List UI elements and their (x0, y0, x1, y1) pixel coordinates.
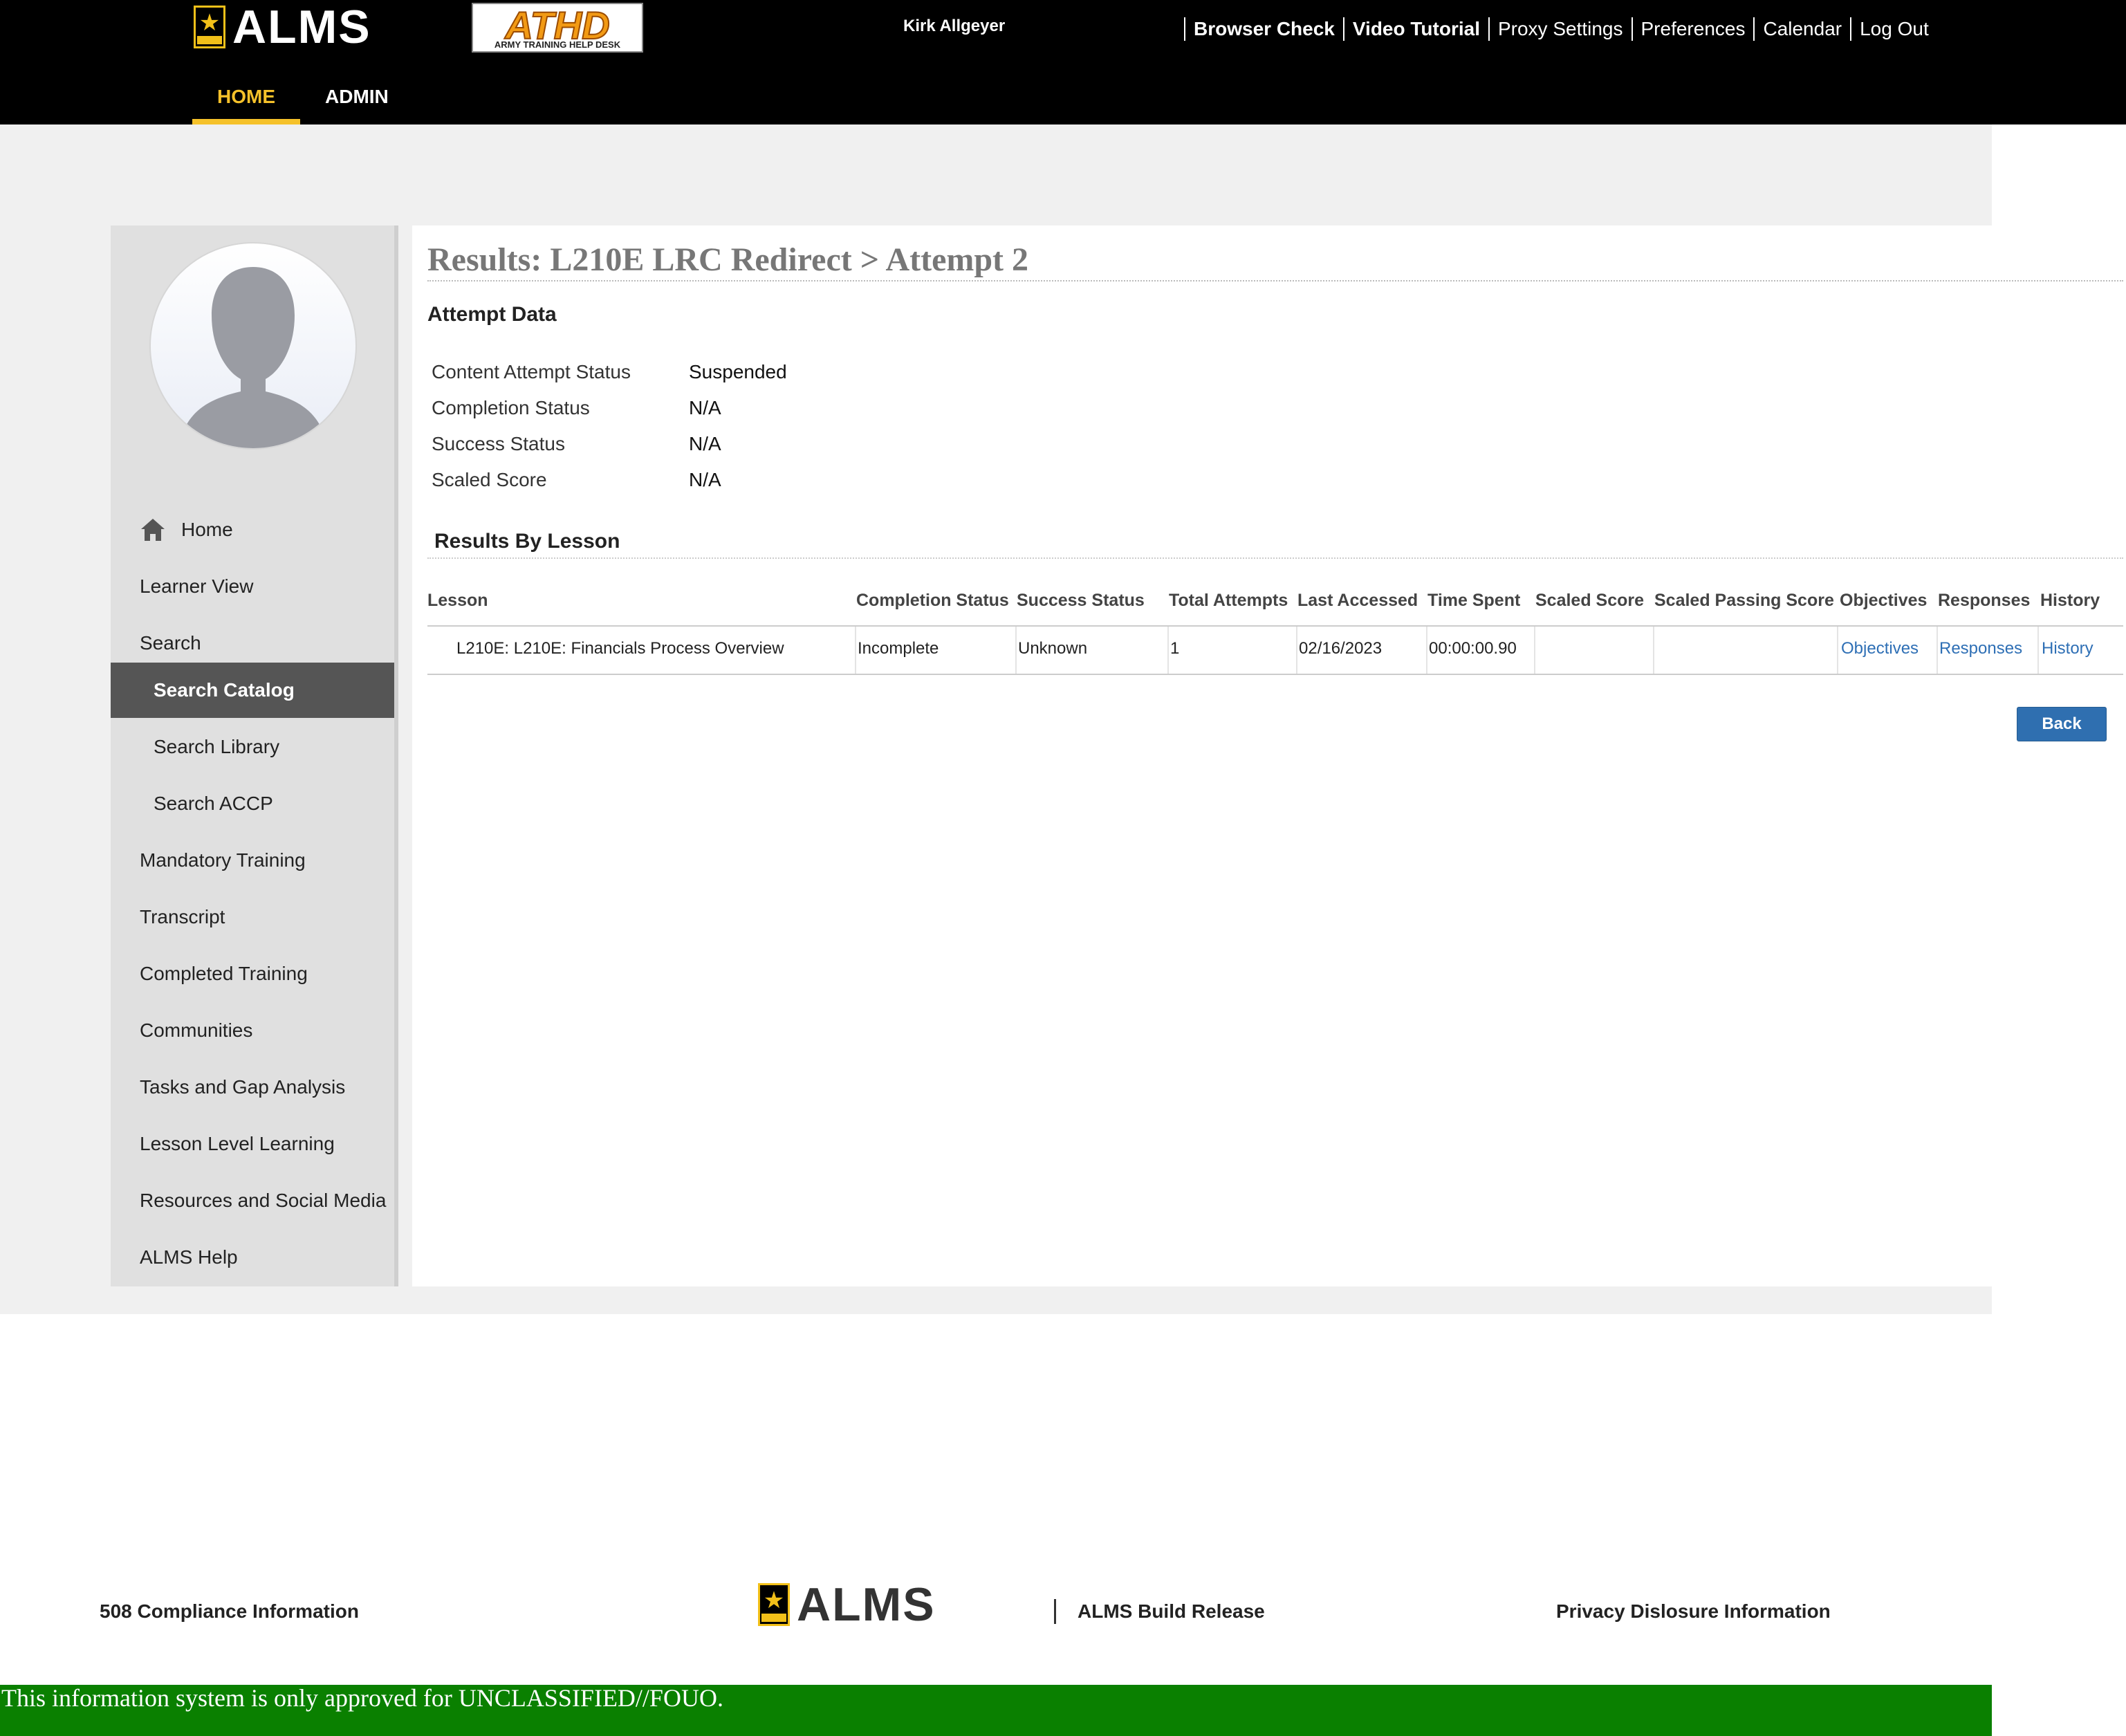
sidebar-item-search-accp[interactable]: Search ACCP (111, 776, 394, 831)
column-divider (1653, 627, 1654, 674)
column-divider (1296, 627, 1297, 674)
sidebar-item-transcript[interactable]: Transcript (111, 889, 394, 945)
sidebar-item-completed-training[interactable]: Completed Training (111, 946, 394, 1001)
sidebar-item-search-library[interactable]: Search Library (111, 719, 394, 775)
proxy-settings-link[interactable]: Proxy Settings (1488, 17, 1632, 41)
cell-lesson: L210E: L210E: Financials Process Overvie… (456, 639, 784, 658)
person-silhouette-icon (178, 267, 328, 448)
main-panel: Results: L210E LRC Redirect > Attempt 2 … (412, 225, 2123, 1286)
alms-logo[interactable]: ★ ALMS (194, 1, 371, 53)
sidebar-item-mandatory-training[interactable]: Mandatory Training (111, 833, 394, 888)
main-nav: HOME ADMIN (192, 69, 414, 124)
sidebar-item-alms-help[interactable]: ALMS Help (111, 1230, 394, 1285)
army-star-icon: ★ (194, 6, 225, 48)
column-divider (855, 627, 856, 674)
log-out-link[interactable]: Log Out (1850, 17, 1937, 41)
cell-time-spent: 00:00:00.90 (1429, 639, 1517, 658)
column-header-scaled-passing-score[interactable]: Scaled Passing Score (1654, 591, 1834, 611)
column-divider (1936, 627, 1938, 674)
column-divider (1167, 627, 1169, 674)
column-divider (1015, 627, 1017, 674)
user-name: Kirk Allgeyer (903, 17, 1006, 35)
athd-helpdesk-logo[interactable]: ATHD ARMY TRAINING HELP DESK (472, 3, 643, 53)
alms-build-release-link[interactable]: ALMS Build Release (1078, 1600, 1265, 1623)
classification-text: This information system is only approved… (1, 1684, 723, 1712)
sidebar-item-label: Home (181, 519, 233, 540)
sidebar-item-communities[interactable]: Communities (111, 1003, 394, 1058)
column-header-lesson[interactable]: Lesson (427, 591, 488, 611)
results-by-lesson-heading: Results By Lesson (427, 530, 2123, 559)
cell-success-status: Unknown (1018, 639, 1088, 658)
sidebar-item-lesson-level-learning[interactable]: Lesson Level Learning (111, 1116, 394, 1172)
top-bar: ★ ALMS ATHD ARMY TRAINING HELP DESK Kirk… (0, 0, 2126, 124)
cell-completion-status: Incomplete (858, 639, 939, 658)
responses-link[interactable]: Responses (1939, 639, 2022, 658)
cell-total-attempts: 1 (1170, 639, 1180, 658)
video-tutorial-link[interactable]: Video Tutorial (1342, 17, 1488, 41)
column-divider (2037, 627, 2039, 674)
column-divider (1426, 627, 1427, 674)
home-icon (141, 519, 165, 541)
scaled-score-value: N/A (689, 469, 721, 490)
content-attempt-status-value: Suspended (689, 361, 787, 382)
army-star-icon: ★ (758, 1583, 790, 1626)
footer-alms-logo[interactable]: ★ ALMS (758, 1578, 936, 1631)
footer-logo-text: ALMS (797, 1578, 936, 1631)
preferences-link[interactable]: Preferences (1631, 17, 1754, 41)
back-button[interactable]: Back (2017, 707, 2107, 741)
508-compliance-link[interactable]: 508 Compliance Information (100, 1600, 359, 1623)
column-header-time-spent[interactable]: Time Spent (1427, 591, 1520, 611)
cell-last-accessed: 02/16/2023 (1299, 639, 1383, 658)
attempt-data-heading: Attempt Data (427, 303, 557, 326)
tab-home[interactable]: HOME (192, 69, 300, 124)
sidebar-item-tasks-gap-analysis[interactable]: Tasks and Gap Analysis (111, 1060, 394, 1115)
sidebar-item-resources-social-media[interactable]: Resources and Social Media (111, 1173, 394, 1228)
table-bottom-divider (427, 674, 2123, 675)
alms-logo-text: ALMS (232, 1, 371, 53)
sidebar: Home Learner View Search Search Catalog … (111, 225, 398, 1286)
tab-admin[interactable]: ADMIN (300, 69, 414, 124)
sidebar-item-learner-view[interactable]: Learner View (111, 559, 394, 614)
history-link[interactable]: History (2042, 639, 2093, 658)
success-status-label: Success Status (432, 433, 565, 454)
table-header-divider (427, 625, 2123, 627)
sidebar-item-search-catalog[interactable]: Search Catalog (111, 663, 394, 718)
column-divider (1534, 627, 1535, 674)
column-header-total-attempts[interactable]: Total Attempts (1169, 591, 1288, 611)
objectives-link[interactable]: Objectives (1841, 639, 1919, 658)
avatar (149, 242, 357, 450)
page-title: Results: L210E LRC Redirect > Attempt 2 (427, 241, 2123, 281)
browser-check-link[interactable]: Browser Check (1184, 17, 1343, 41)
column-divider (1837, 627, 1838, 674)
athd-logo-subtext: ARMY TRAINING HELP DESK (476, 40, 639, 50)
completion-status-label: Completion Status (432, 397, 590, 418)
scaled-score-label: Scaled Score (432, 469, 547, 490)
footer-divider (1054, 1599, 1056, 1624)
column-header-history: History (2040, 591, 2100, 610)
column-header-responses: Responses (1938, 591, 2031, 610)
column-header-completion-status[interactable]: Completion Status (856, 591, 1009, 611)
column-header-last-accessed[interactable]: Last Accessed (1297, 591, 1418, 611)
column-header-scaled-score[interactable]: Scaled Score (1535, 591, 1644, 611)
utility-links: Browser Check Video Tutorial Proxy Setti… (1184, 14, 1937, 44)
success-status-value: N/A (689, 433, 721, 454)
privacy-disclosure-link[interactable]: Privacy Dislosure Information (1556, 1600, 1831, 1623)
column-header-objectives: Objectives (1840, 591, 1928, 610)
calendar-link[interactable]: Calendar (1753, 17, 1850, 41)
content-attempt-status-label: Content Attempt Status (432, 361, 631, 382)
column-header-success-status[interactable]: Success Status (1017, 591, 1145, 611)
sidebar-item-home[interactable]: Home (111, 502, 394, 557)
completion-status-value: N/A (689, 397, 721, 418)
